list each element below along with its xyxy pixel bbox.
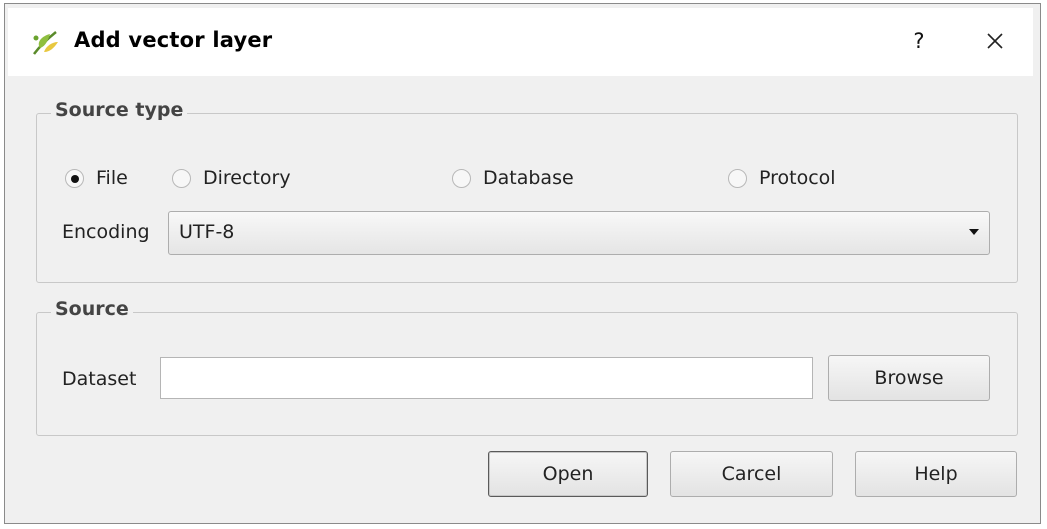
- source-type-title: Source type: [51, 99, 188, 121]
- dialog-title: Add vector layer: [74, 28, 273, 52]
- radio-database[interactable]: Database: [452, 162, 574, 194]
- radio-file[interactable]: File: [65, 162, 128, 194]
- source-type-group: Source type: [36, 99, 1018, 283]
- qgis-logo-icon: [33, 31, 58, 55]
- radio-protocol[interactable]: Protocol: [728, 162, 836, 194]
- encoding-dropdown[interactable]: UTF-8: [168, 211, 990, 255]
- radio-protocol-label: Protocol: [759, 167, 836, 189]
- cancel-button[interactable]: Carcel: [670, 451, 833, 497]
- browse-button[interactable]: Browse: [828, 355, 990, 401]
- radio-directory[interactable]: Directory: [172, 162, 291, 194]
- dataset-input[interactable]: [160, 357, 813, 399]
- help-question-button[interactable]: ?: [904, 26, 934, 56]
- radio-protocol-indicator[interactable]: [728, 168, 747, 188]
- radio-directory-label: Directory: [203, 167, 291, 189]
- title-bar[interactable]: Add vector layer ?: [8, 8, 1033, 76]
- radio-database-indicator[interactable]: [452, 168, 471, 188]
- encoding-value: UTF-8: [179, 221, 235, 243]
- source-title: Source: [51, 298, 133, 320]
- encoding-label: Encoding: [62, 221, 150, 243]
- open-button[interactable]: Open: [488, 451, 648, 497]
- dataset-label: Dataset: [62, 368, 137, 390]
- radio-file-label: File: [96, 167, 128, 189]
- help-button[interactable]: Help: [855, 451, 1017, 497]
- chevron-down-icon[interactable]: [969, 229, 979, 235]
- close-icon[interactable]: [978, 26, 1012, 56]
- radio-database-label: Database: [483, 167, 574, 189]
- radio-file-indicator[interactable]: [65, 168, 84, 188]
- radio-directory-indicator[interactable]: [172, 168, 191, 188]
